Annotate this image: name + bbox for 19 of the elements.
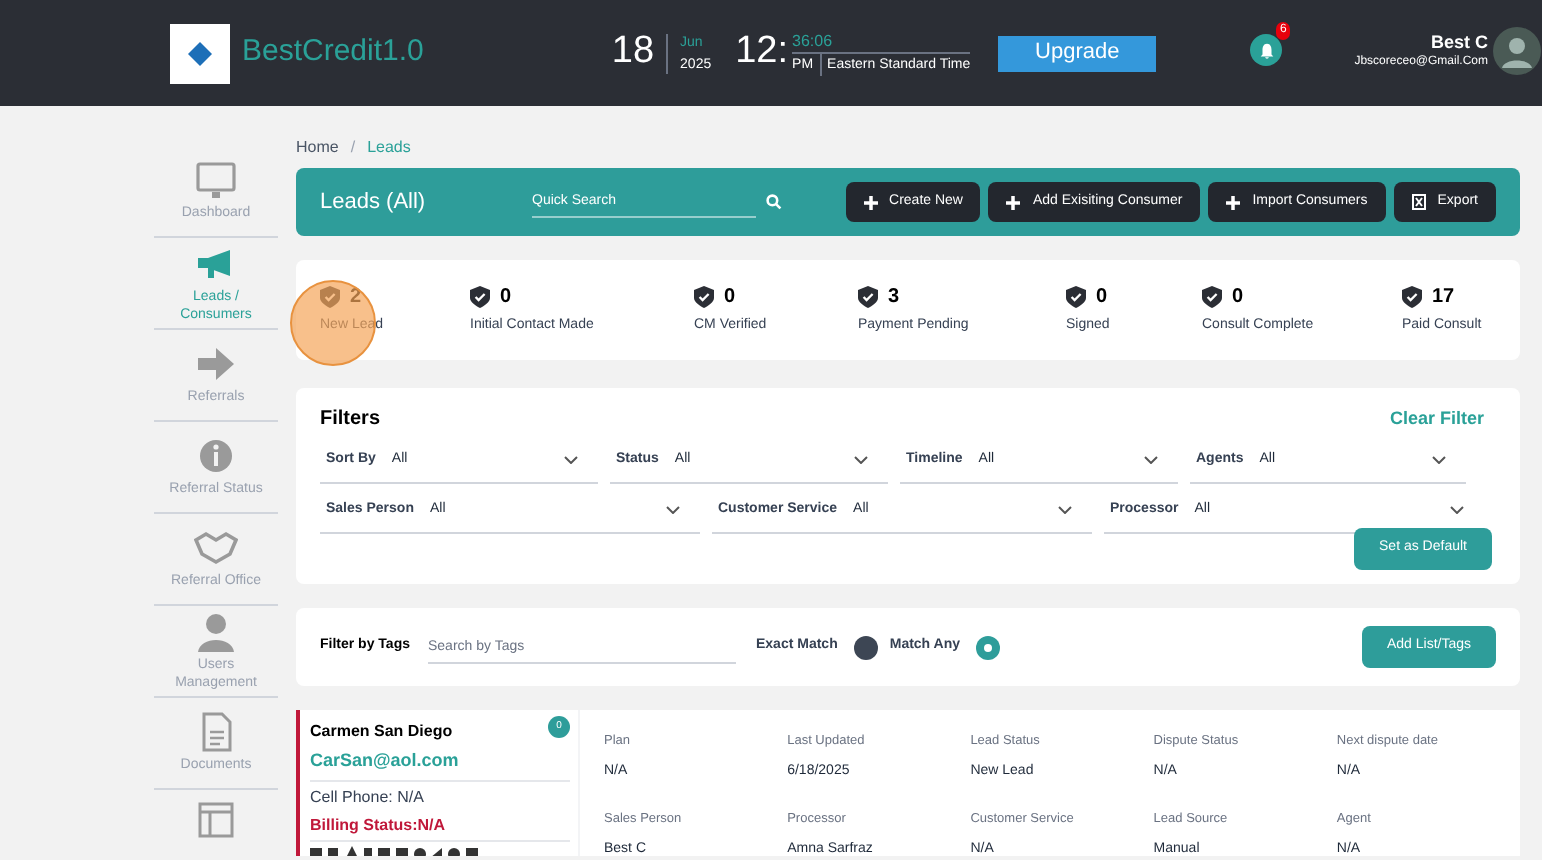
- time-hour: 12:: [735, 28, 789, 77]
- breadcrumb-separator: /: [350, 136, 356, 160]
- stat-count: 0: [724, 284, 736, 313]
- stat-count: 0: [1096, 284, 1108, 313]
- stat-count: 0: [1232, 284, 1244, 313]
- stat-count: 17: [1432, 284, 1455, 313]
- stat-count: 0: [500, 284, 512, 313]
- lead-phone: Cell Phone: N/A: [310, 785, 426, 809]
- page-title: Leads (All): [320, 187, 428, 218]
- lead-name[interactable]: Carmen San Diego: [310, 720, 453, 744]
- breadcrumb-current: Leads: [367, 136, 411, 160]
- time-minutes: 36:06: [792, 30, 971, 54]
- filters-title: Filters: [320, 406, 381, 434]
- stat-count: 3: [888, 284, 900, 313]
- billing-status: Billing Status:N/A: [310, 813, 570, 841]
- breadcrumb-link[interactable]: Home: [296, 136, 339, 160]
- date-day: 18: [611, 24, 655, 82]
- user-name: Best C: [1430, 32, 1488, 52]
- app-title: BestCredit1.0: [242, 32, 424, 73]
